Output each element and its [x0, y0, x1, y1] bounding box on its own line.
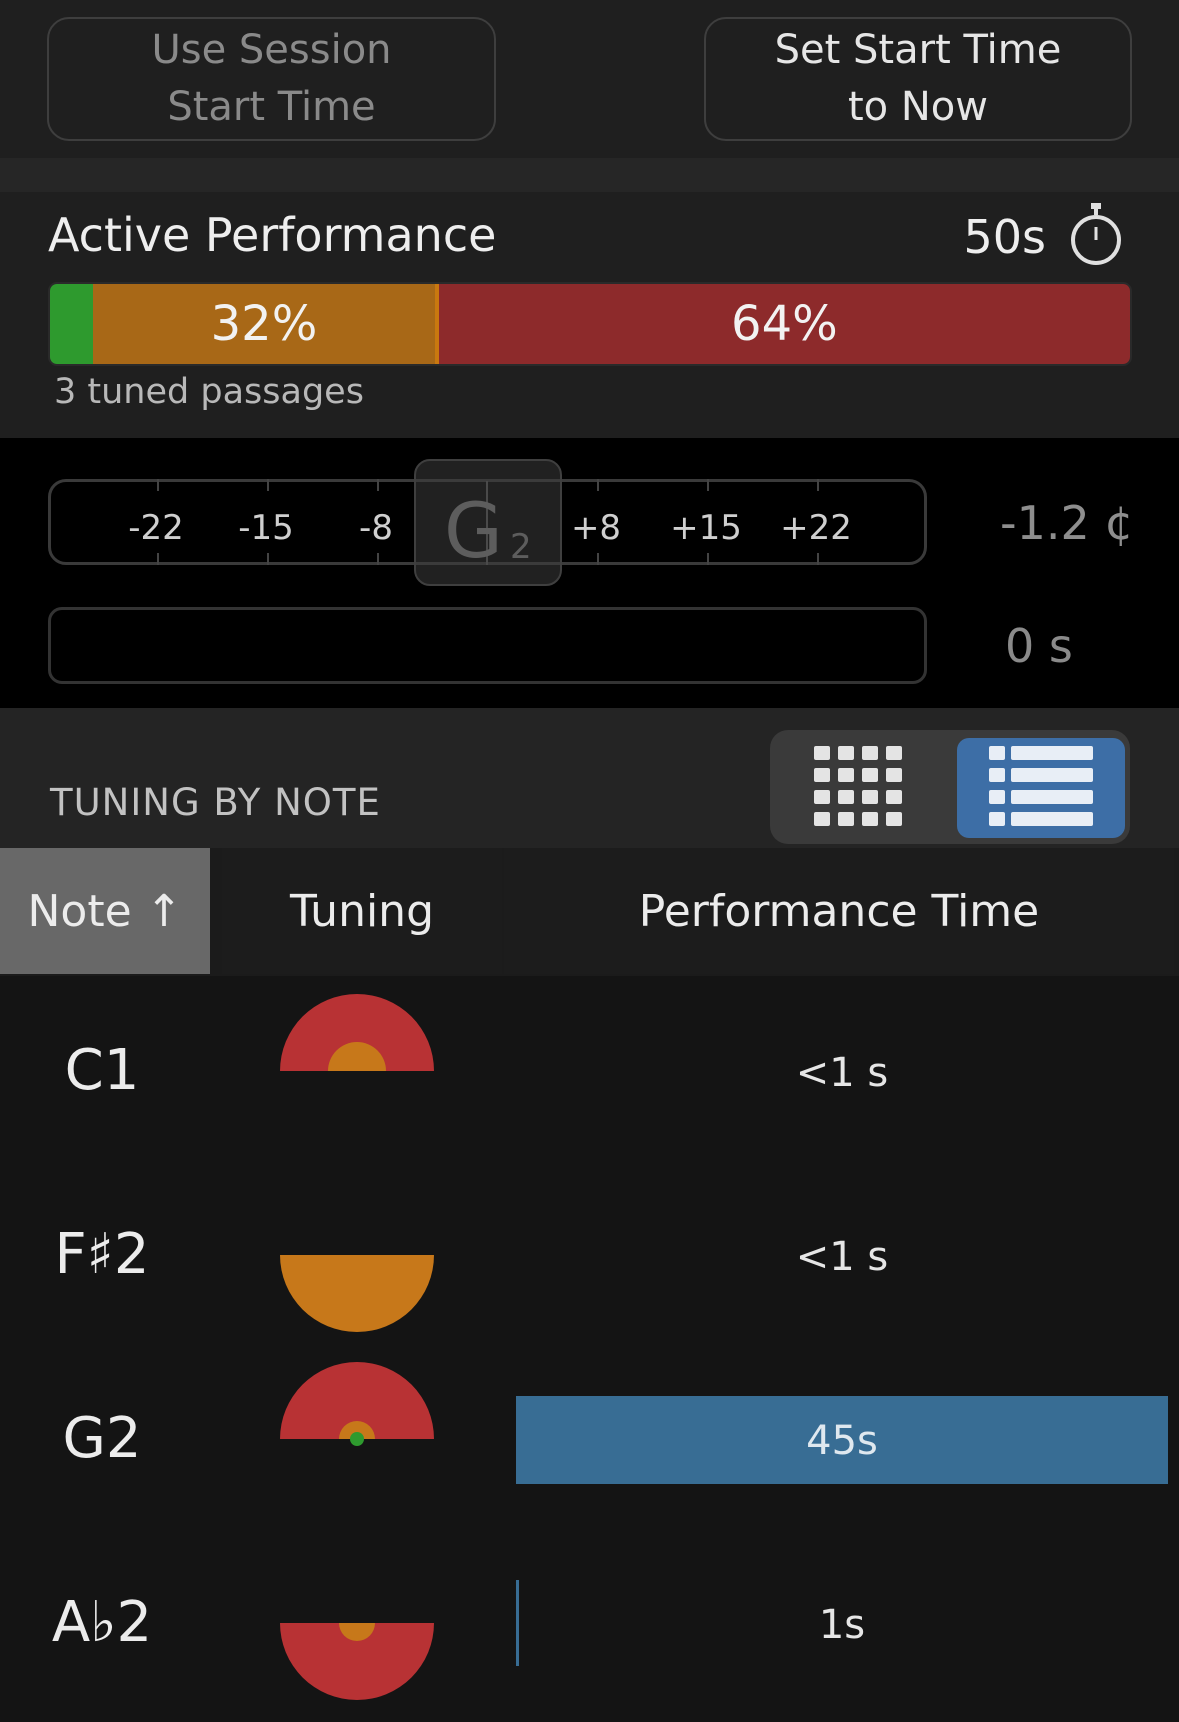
grid-view-icon[interactable] — [792, 740, 932, 834]
scale-tick — [267, 553, 269, 565]
column-header-tuning[interactable]: Tuning — [222, 848, 502, 974]
cents-readout: -1.2 ¢ — [1000, 496, 1134, 550]
row-performance-time: 1s — [818, 1602, 866, 1648]
scale-tick — [817, 479, 819, 491]
row-note-label[interactable]: A♭2 — [2, 1590, 202, 1655]
use-session-start-time-button[interactable]: Use Session Start Time — [47, 17, 496, 141]
tuned-passages-count: 3 tuned passages — [54, 372, 364, 412]
scale-tick — [707, 479, 709, 491]
scale-tick — [817, 553, 819, 565]
scale-tick — [267, 479, 269, 491]
scale-label: -15 — [238, 508, 294, 548]
tuning-dial — [280, 1623, 434, 1700]
in-tune-segment — [50, 284, 94, 364]
scale-tick — [377, 553, 379, 565]
section-divider — [0, 158, 1179, 192]
current-note-octave: 2 — [510, 527, 532, 567]
scale-tick — [597, 479, 599, 491]
row-performance-time: 45s — [806, 1418, 878, 1464]
set-start-time-now-button[interactable]: Set Start Time to Now — [704, 17, 1132, 141]
row-performance-time: <1 s — [795, 1050, 889, 1096]
tuning-dial — [280, 1362, 434, 1446]
active-performance-title: Active Performance — [48, 208, 497, 262]
scale-tick — [597, 553, 599, 565]
column-header-performance-time[interactable]: Performance Time — [504, 848, 1174, 974]
list-view-icon[interactable] — [957, 738, 1125, 838]
scale-tick — [707, 553, 709, 565]
scale-tick — [377, 479, 379, 491]
scale-tick — [157, 553, 159, 565]
hold-progress-bar — [48, 607, 927, 684]
scale-label: +22 — [780, 508, 852, 548]
row-note-label[interactable]: C1 — [2, 1038, 202, 1103]
tuning-dial — [280, 994, 434, 1071]
column-header-note[interactable]: Note ↑ — [0, 848, 210, 974]
current-note-letter: G — [444, 486, 503, 575]
off-segment: 64% — [438, 284, 1130, 364]
hold-time-readout: 0 s — [1005, 619, 1073, 673]
tuning-dial — [280, 1255, 434, 1332]
row-performance-time: <1 s — [795, 1234, 889, 1280]
slightly-off-segment: 32% — [93, 284, 439, 364]
active-performance-time: 50s — [963, 210, 1047, 264]
row-note-label[interactable]: F♯2 — [2, 1222, 202, 1287]
scale-label: -8 — [359, 508, 393, 548]
scale-tick — [157, 479, 159, 491]
scale-label: -22 — [128, 508, 184, 548]
tuning-by-note-title: TUNING BY NOTE — [50, 781, 381, 824]
stopwatch-icon[interactable] — [1068, 201, 1124, 267]
scale-label: +15 — [670, 508, 742, 548]
performance-breakdown-bar: 32% 64% — [48, 282, 1132, 366]
row-note-label[interactable]: G2 — [2, 1406, 202, 1471]
scale-label: +8 — [570, 508, 622, 548]
